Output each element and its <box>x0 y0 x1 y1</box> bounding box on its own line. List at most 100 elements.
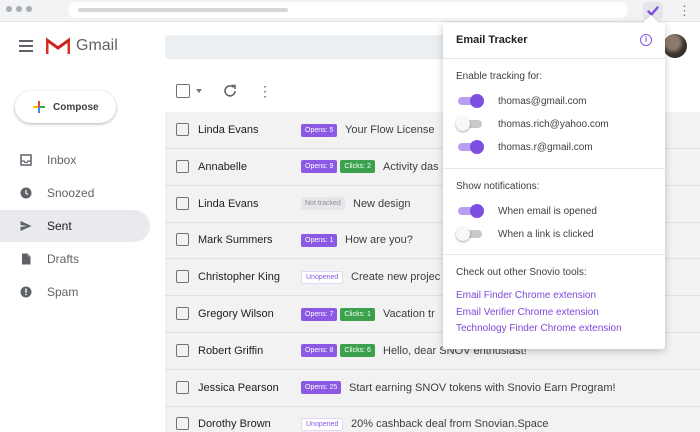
account-tracking-toggle[interactable] <box>456 117 484 131</box>
tracking-badges: Unopened <box>301 270 344 284</box>
avatar[interactable] <box>663 34 687 58</box>
unopened-badge: Unopened <box>301 270 344 284</box>
tracking-badges: Opens: 8 Clicks: 6 <box>301 344 375 358</box>
sender-name: Linda Evans <box>198 124 259 136</box>
mail-subject: How are you? <box>345 234 413 247</box>
sidebar-item-spam[interactable]: Spam <box>0 276 150 308</box>
row-checkbox[interactable] <box>176 343 189 357</box>
more-vert-icon[interactable]: ⋮ <box>258 83 272 99</box>
tracking-badges: Not tracked <box>301 197 345 211</box>
account-tracking-label: thomas.r@gmail.com <box>498 141 593 153</box>
tools-heading: Check out other Snovio tools: <box>456 267 587 278</box>
row-checkbox[interactable] <box>176 380 189 394</box>
sidebar-item-sent[interactable]: Sent <box>0 210 150 242</box>
opens-badge: Opens: 7 <box>301 307 338 321</box>
clock-icon <box>20 187 32 199</box>
unopened-badge: Unopened <box>301 417 344 431</box>
browser-toolbar: ⋮ <box>0 0 700 22</box>
send-icon <box>20 221 32 231</box>
row-checkbox[interactable] <box>176 196 189 210</box>
tool-link[interactable]: Technology Finder Chrome extension <box>456 323 622 334</box>
info-icon[interactable]: i <box>640 34 652 46</box>
notification-toggle[interactable] <box>456 227 484 241</box>
sender-name: Linda Evans <box>198 197 259 210</box>
alert-icon <box>20 286 32 298</box>
notifications-heading: Show notifications: <box>456 181 540 192</box>
notification-label: When email is opened <box>498 205 597 217</box>
opens-badge: Opens: 9 <box>301 160 338 174</box>
account-tracking-row: thomas.rich@yahoo.com <box>456 117 609 131</box>
more-vert-icon[interactable]: ⋮ <box>678 1 691 21</box>
sender-name: Robert Griffin <box>198 344 264 357</box>
popup-title: Email Tracker <box>456 34 528 46</box>
account-tracking-row: thomas.r@gmail.com <box>456 140 593 154</box>
tracking-badges: Opens: 25 <box>301 381 342 395</box>
mail-subject: Create new projec <box>351 271 441 284</box>
notification-toggle[interactable] <box>456 204 484 218</box>
sidebar-item-label: Drafts <box>47 252 80 266</box>
not-tracked-badge: Not tracked <box>301 197 345 211</box>
row-checkbox[interactable] <box>176 123 189 136</box>
clicks-badge: Clicks: 1 <box>340 307 375 321</box>
mail-subject: Start earning SNOV tokens with Snovio Ea… <box>349 381 616 394</box>
select-all-checkbox[interactable] <box>176 84 190 98</box>
notification-row: When email is opened <box>456 204 597 218</box>
table-row[interactable]: Jessica Pearson Opens: 25 Start earning SN… <box>165 370 700 407</box>
sender-name: Christopher King <box>198 271 280 284</box>
notification-label: When a link is clicked <box>498 228 594 240</box>
inbox-icon <box>20 154 32 166</box>
email-tracker-popup: Email Tracker i Enable tracking for: tho… <box>443 23 665 349</box>
account-tracking-toggle[interactable] <box>456 94 484 108</box>
clicks-badge: Clicks: 2 <box>340 160 375 174</box>
sender-name: Gregory Wilson <box>198 308 274 320</box>
refresh-icon[interactable] <box>222 83 238 99</box>
sender-name: Annabelle <box>198 160 247 173</box>
tracking-badges: Opens: 9 Clicks: 2 <box>301 160 375 174</box>
row-checkbox[interactable] <box>176 307 189 320</box>
mail-subject: New design <box>353 197 411 210</box>
tracking-badges: Opens: 5 <box>301 123 338 137</box>
sidebar-item-label: Inbox <box>47 153 77 167</box>
window-dots <box>6 6 32 12</box>
chevron-down-icon[interactable] <box>196 89 202 93</box>
sidebar-item-inbox[interactable]: Inbox <box>0 144 150 176</box>
opens-badge: Opens: 5 <box>301 123 338 137</box>
sidebar-item-label: Sent <box>47 219 72 233</box>
mail-subject: Activity das <box>383 160 439 173</box>
sender-name: Dorothy Brown <box>198 418 271 431</box>
account-tracking-row: thomas@gmail.com <box>456 94 587 108</box>
mail-subject: 20% cashback deal from Snovian.Space <box>351 418 549 431</box>
tracking-badges: Opens: 1 <box>301 233 338 247</box>
opens-badge: Opens: 25 <box>301 381 342 395</box>
search-bar[interactable] <box>165 35 465 59</box>
row-checkbox[interactable] <box>176 159 189 173</box>
plus-icon <box>33 101 45 113</box>
clicks-badge: Clicks: 6 <box>340 344 375 358</box>
row-checkbox[interactable] <box>176 417 189 431</box>
account-tracking-toggle[interactable] <box>456 140 484 154</box>
sidebar-item-label: Spam <box>47 285 79 299</box>
tool-link[interactable]: Email Verifier Chrome extension <box>456 307 599 318</box>
divider <box>443 58 665 59</box>
tracking-badges: Opens: 7 Clicks: 1 <box>301 307 375 321</box>
row-checkbox[interactable] <box>176 233 189 247</box>
divider <box>443 254 665 255</box>
tracking-badges: Unopened <box>301 417 344 431</box>
sidebar-item-drafts[interactable]: Drafts <box>0 243 150 275</box>
gmail-logo-icon <box>46 37 70 55</box>
menu-icon[interactable] <box>19 40 33 55</box>
account-tracking-label: thomas.rich@yahoo.com <box>498 118 609 130</box>
mail-subject: Your Flow License <box>345 124 435 136</box>
gmail-brand-text: Gmail <box>76 37 118 54</box>
account-tracking-label: thomas@gmail.com <box>498 95 587 107</box>
sidebar-item-snoozed[interactable]: Snoozed <box>0 177 150 209</box>
row-checkbox[interactable] <box>176 270 189 284</box>
notification-row: When a link is clicked <box>456 227 594 241</box>
sidebar-item-label: Snoozed <box>47 186 95 200</box>
compose-label: Compose <box>53 101 99 113</box>
opens-badge: Opens: 1 <box>301 233 338 247</box>
table-row[interactable]: Dorothy Brown Unopened 20% cashback deal f… <box>165 406 700 432</box>
address-bar[interactable] <box>68 2 628 18</box>
compose-button[interactable]: Compose <box>15 91 116 123</box>
tool-link[interactable]: Email Finder Chrome extension <box>456 290 596 301</box>
